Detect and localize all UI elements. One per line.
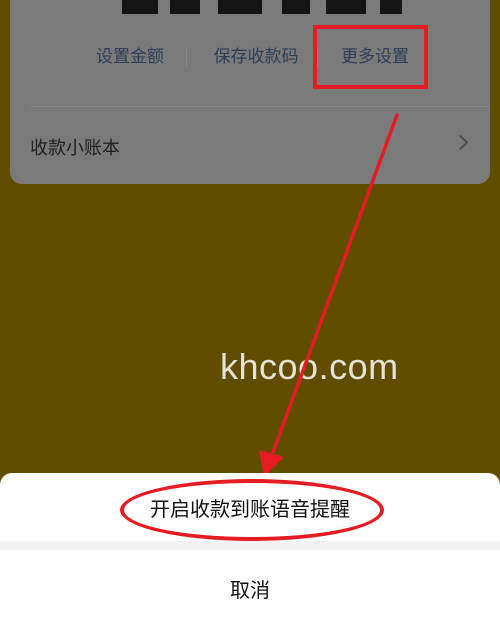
qr-code-partial [122,0,402,16]
set-amount-button[interactable]: 设置金额 [80,40,180,74]
ledger-row[interactable]: 收款小账本 [10,107,490,184]
ledger-label: 收款小账本 [30,138,120,159]
save-code-button[interactable]: 保存收款码 [196,40,316,74]
cancel-button[interactable]: 取消 [0,550,500,622]
chevron-right-icon [452,134,469,151]
divider [186,48,187,66]
watermark: khcoo.com [220,346,399,387]
annotation-highlight-box [313,25,428,89]
sheet-separator [0,541,500,550]
cancel-label: 取消 [230,578,270,602]
annotation-highlight-ellipse [120,479,384,541]
